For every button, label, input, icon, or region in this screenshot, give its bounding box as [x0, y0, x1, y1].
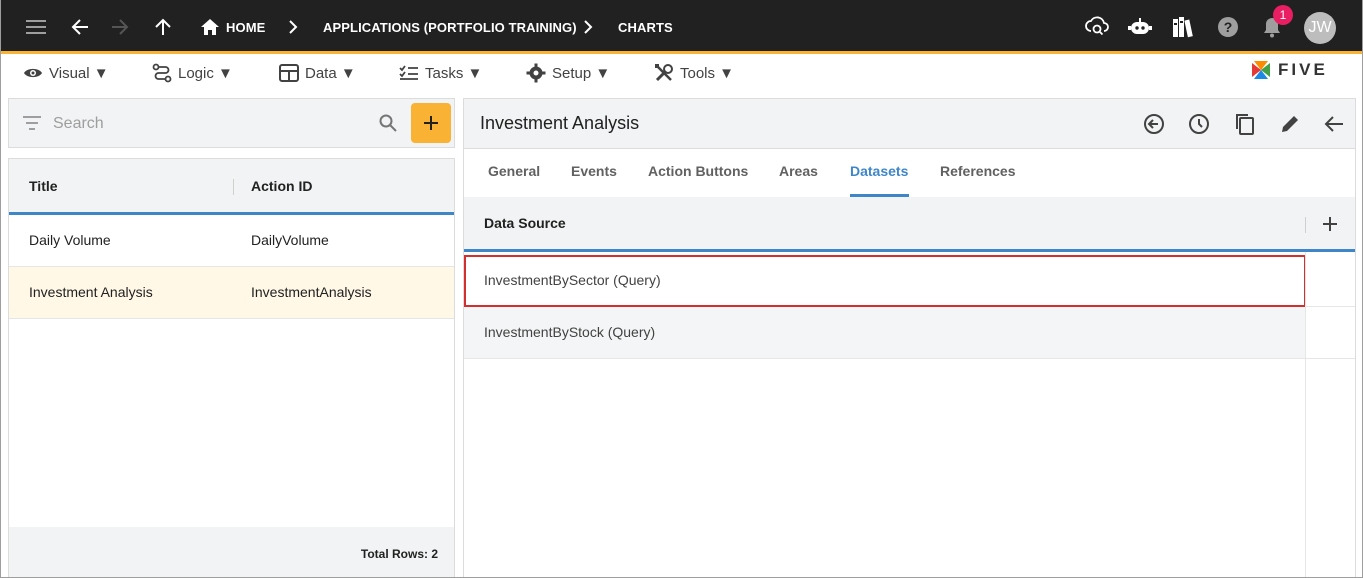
- menu-visual-label: Visual ▼: [49, 64, 109, 82]
- tasks-icon: [399, 65, 418, 80]
- top-bar: HOME APPLICATIONS (PORTFOLIO TRAINING) C…: [0, 0, 1363, 54]
- edit-icon[interactable]: [1277, 111, 1303, 137]
- column-header-action-id[interactable]: Action ID: [251, 178, 312, 194]
- menu-tasks-label: Tasks ▼: [425, 64, 483, 82]
- row-actions-cell: [1306, 255, 1355, 307]
- svg-text:?: ?: [1224, 19, 1233, 35]
- menu-data-label: Data ▼: [305, 64, 356, 82]
- back-arrow-icon[interactable]: [67, 14, 93, 40]
- add-button[interactable]: [411, 103, 451, 143]
- menu-logic[interactable]: Logic ▼: [152, 62, 233, 84]
- search-bar: [8, 98, 455, 148]
- list-header: Title Action ID: [9, 159, 454, 215]
- row-title: Daily Volume: [29, 232, 111, 248]
- tab-areas[interactable]: Areas: [779, 163, 818, 179]
- menu-data[interactable]: Data ▼: [279, 62, 356, 84]
- five-logo-icon: [1252, 61, 1270, 79]
- plus-icon: [424, 116, 438, 130]
- clock-icon[interactable]: [1186, 111, 1212, 137]
- page-title: Investment Analysis: [480, 113, 640, 133]
- tab-events[interactable]: Events: [571, 163, 617, 179]
- total-rows: Total Rows: 2: [360, 547, 438, 561]
- library-icon[interactable]: [1170, 14, 1196, 40]
- list-footer: Total Rows: 2: [9, 527, 454, 578]
- chevron-right-icon: [579, 16, 597, 38]
- list-row[interactable]: Daily Volume DailyVolume: [9, 215, 454, 267]
- tab-datasets[interactable]: Datasets: [850, 163, 908, 179]
- chevron-right-icon: [284, 16, 302, 38]
- row-actions-cell: [1306, 307, 1355, 359]
- forward-arrow-icon[interactable]: [107, 14, 133, 40]
- menu-setup-label: Setup ▼: [552, 64, 611, 82]
- list-row-selected[interactable]: Investment Analysis InvestmentAnalysis: [9, 267, 454, 319]
- search-icon[interactable]: [379, 114, 397, 132]
- back-arrow-icon[interactable]: [1321, 111, 1347, 137]
- dataset-row[interactable]: InvestmentByStock (Query): [464, 307, 1306, 359]
- column-header-data-source[interactable]: Data Source: [484, 215, 566, 231]
- dataset-source: InvestmentByStock (Query): [484, 324, 656, 340]
- eye-icon: [24, 68, 42, 78]
- five-logo-text: FIVE: [1278, 60, 1328, 79]
- tab-references[interactable]: References: [940, 163, 1016, 179]
- five-logo: FIVE: [1250, 58, 1328, 82]
- column-divider[interactable]: [233, 179, 234, 195]
- dataset-row-highlighted[interactable]: InvestmentBySector (Query): [464, 255, 1306, 307]
- tab-general[interactable]: General: [488, 163, 540, 179]
- chatbot-icon[interactable]: [1127, 14, 1153, 40]
- gear-icon: [526, 63, 546, 83]
- menu-tools-label: Tools ▼: [680, 64, 735, 82]
- add-dataset-button[interactable]: [1319, 213, 1341, 235]
- tab-bar: General Events Action Buttons Areas Data…: [464, 149, 1355, 197]
- tools-icon: [655, 64, 673, 82]
- detail-panel: Investment Analysis General Events Actio…: [463, 98, 1356, 578]
- up-arrow-icon[interactable]: [150, 14, 176, 40]
- row-action-id: InvestmentAnalysis: [251, 284, 372, 300]
- breadcrumb-charts[interactable]: CHARTS: [618, 20, 673, 35]
- column-header-title[interactable]: Title: [29, 178, 58, 194]
- search-input[interactable]: [53, 111, 373, 137]
- filter-icon[interactable]: [23, 116, 41, 130]
- row-title: Investment Analysis: [29, 284, 153, 300]
- menu-visual[interactable]: Visual ▼: [23, 62, 109, 84]
- action-list: Title Action ID Daily Volume DailyVolume…: [8, 158, 455, 578]
- dataset-source: InvestmentBySector (Query): [484, 272, 661, 288]
- row-action-id: DailyVolume: [251, 232, 329, 248]
- detail-header: Investment Analysis: [464, 99, 1355, 149]
- notification-badge: 1: [1273, 5, 1293, 25]
- logic-icon: [152, 63, 172, 83]
- breadcrumb-home[interactable]: HOME: [226, 20, 265, 35]
- cloud-search-icon[interactable]: [1084, 14, 1110, 40]
- menu-setup[interactable]: Setup ▼: [526, 62, 610, 84]
- help-icon[interactable]: ?: [1215, 14, 1241, 40]
- menu-icon[interactable]: [23, 14, 49, 40]
- menu-bar: Visual ▼ Logic ▼ Data ▼ Tasks ▼ Setup ▼ …: [0, 54, 1363, 92]
- breadcrumb-applications[interactable]: APPLICATIONS (PORTFOLIO TRAINING): [323, 20, 577, 35]
- avatar[interactable]: JW: [1304, 12, 1336, 44]
- menu-logic-label: Logic ▼: [178, 64, 233, 82]
- table-icon: [279, 64, 299, 82]
- tab-action-buttons[interactable]: Action Buttons: [648, 163, 748, 179]
- column-divider[interactable]: [1305, 217, 1306, 233]
- copy-icon[interactable]: [1232, 111, 1258, 137]
- plus-icon: [1323, 217, 1337, 231]
- datasets-header: Data Source: [464, 197, 1355, 252]
- home-icon[interactable]: [197, 14, 223, 40]
- menu-tools[interactable]: Tools ▼: [654, 62, 734, 84]
- history-back-icon[interactable]: [1141, 111, 1167, 137]
- menu-tasks[interactable]: Tasks ▼: [399, 62, 482, 84]
